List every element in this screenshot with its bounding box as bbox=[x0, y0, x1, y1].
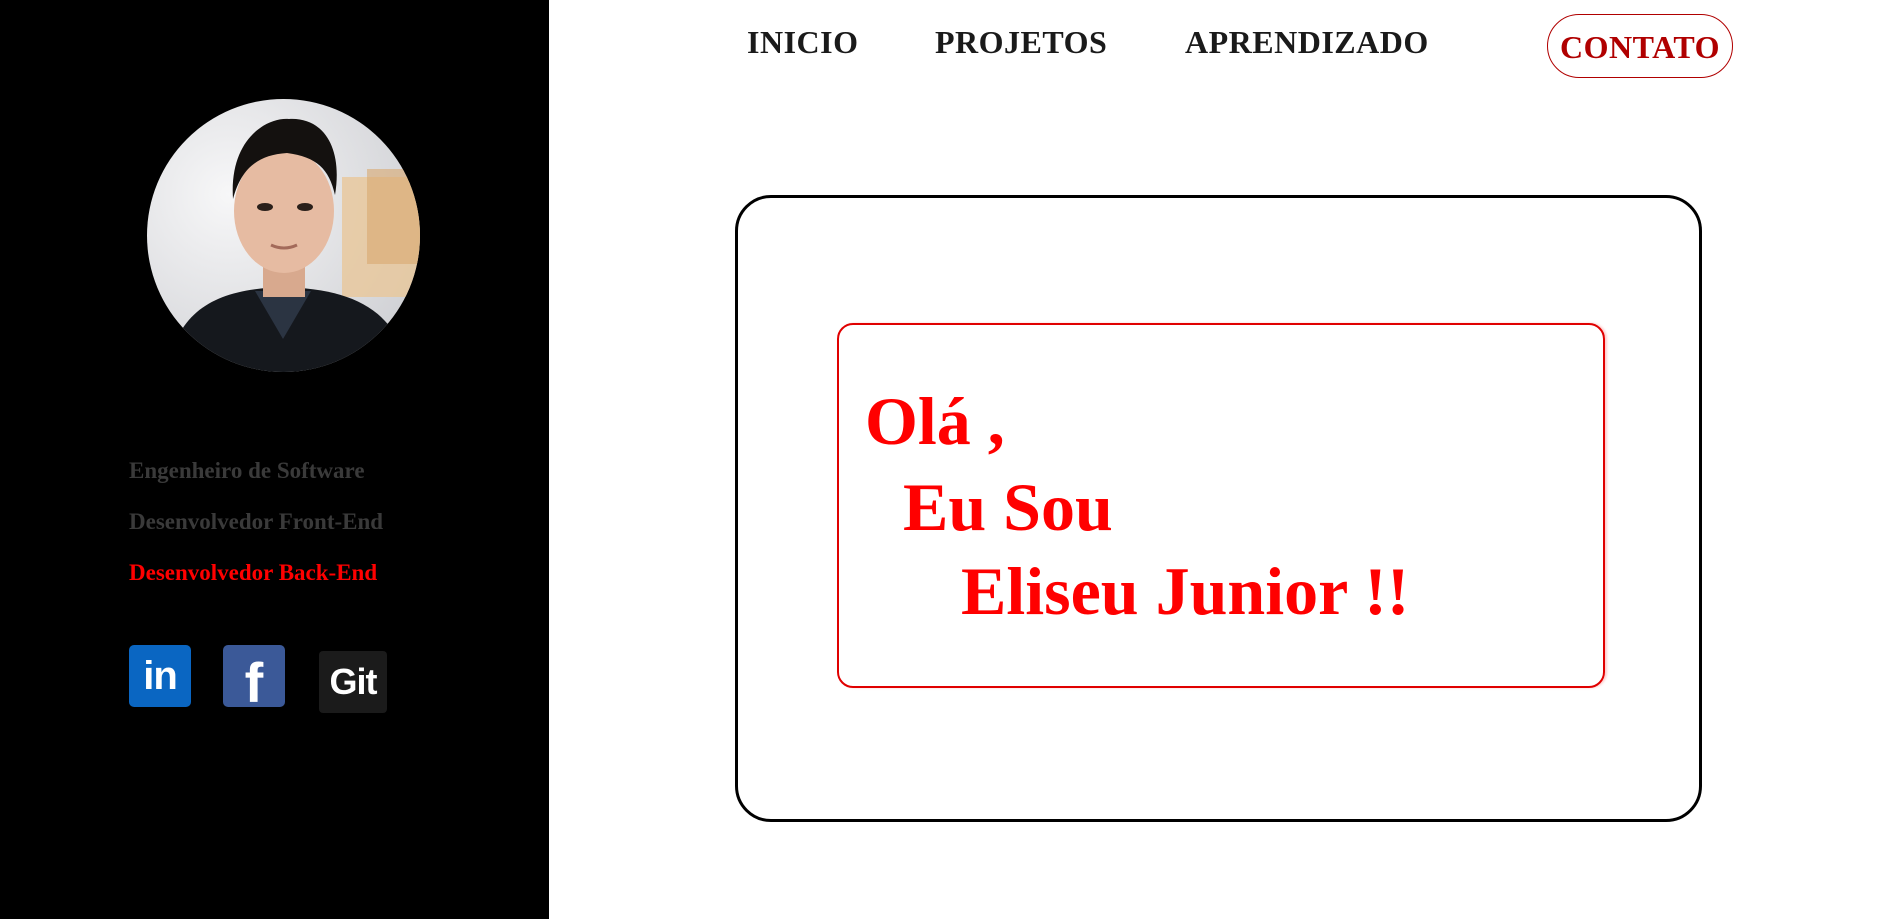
role-software-engineer: Engenheiro de Software bbox=[129, 458, 365, 483]
github-icon[interactable]: Git bbox=[319, 651, 387, 713]
avatar bbox=[147, 99, 420, 372]
nav-aprendizado[interactable]: APRENDIZADO bbox=[1185, 24, 1429, 61]
profile-photo bbox=[147, 99, 420, 372]
greeting-line-1: Olá , bbox=[865, 383, 1005, 459]
facebook-icon-glyph: f bbox=[244, 651, 264, 708]
linkedin-icon[interactable]: in bbox=[129, 645, 191, 707]
role-backend-developer: Desenvolvedor Back-End bbox=[129, 560, 378, 585]
top-nav: INICIO PROJETOS APRENDIZADO CONTATO bbox=[549, 0, 1901, 90]
role-frontend-developer: Desenvolvedor Front-End bbox=[129, 509, 384, 534]
greeting-line-2: Eu Sou bbox=[903, 469, 1113, 545]
facebook-icon[interactable]: f bbox=[223, 645, 285, 707]
sidebar: Engenheiro de Software Desenvolvedor Fro… bbox=[0, 0, 549, 919]
role-list: Engenheiro de Software Desenvolvedor Fro… bbox=[129, 458, 383, 611]
nav-projetos[interactable]: PROJETOS bbox=[935, 24, 1107, 61]
nav-inicio[interactable]: INICIO bbox=[747, 24, 858, 61]
contact-button[interactable]: CONTATO bbox=[1547, 14, 1733, 78]
greeting-name: Eliseu Junior !! bbox=[961, 553, 1410, 629]
